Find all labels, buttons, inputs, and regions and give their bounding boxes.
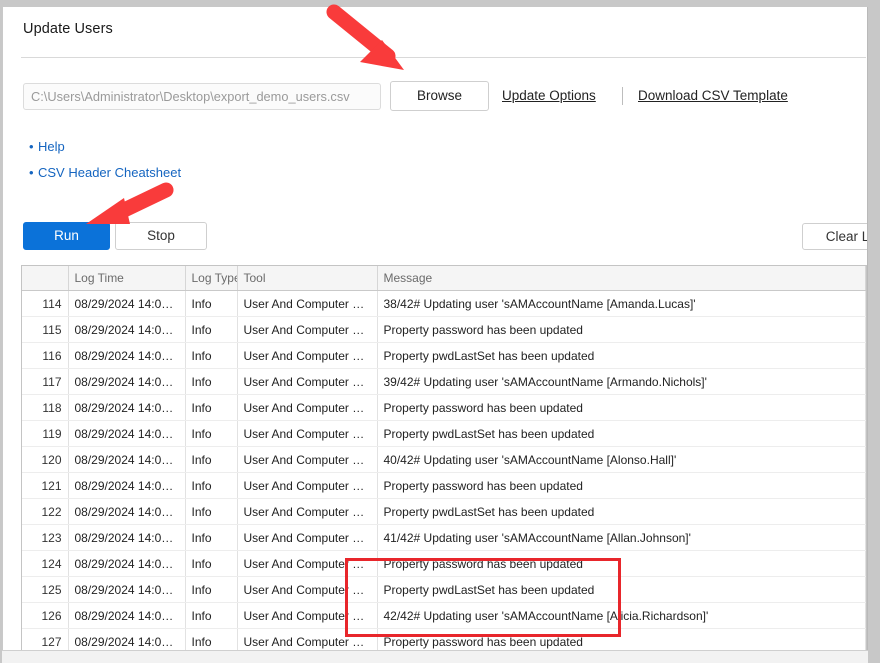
cell-message: 40/42# Updating user 'sAMAccountName [Al… [377, 446, 866, 473]
table-row[interactable]: 115 08/29/2024 14:08:21 Info User And Compu… [22, 316, 866, 343]
cell-message: 39/42# Updating user 'sAMAccountName [Ar… [377, 368, 866, 395]
cell-tool: User And Computer Upda... [237, 498, 378, 525]
window-bottom-strip [2, 650, 868, 663]
cell-message: Property password has been updated [377, 472, 866, 499]
cell-tool: User And Computer Upda... [237, 394, 378, 421]
cell-tool: User And Computer Upda... [237, 524, 378, 551]
screenshot-root: Update Users C:\Users\Administrator\Desk… [0, 0, 880, 663]
cell-index: 116 [22, 342, 69, 369]
cell-message: 38/42# Updating user 'sAMAccountName [Am… [377, 290, 866, 317]
link-separator [622, 87, 623, 105]
csv-header-cheatsheet-link-label[interactable]: CSV Header Cheatsheet [38, 165, 181, 180]
cell-index: 120 [22, 446, 69, 473]
log-table-header: Log Time Log Type Tool Message [22, 266, 866, 291]
cell-message: Property pwdLastSet has been updated [377, 342, 866, 369]
cell-log-time: 08/29/2024 14:08:21 [68, 290, 186, 317]
column-header-message[interactable]: Message [377, 266, 866, 291]
cell-index: 124 [22, 550, 69, 577]
cell-tool: User And Computer Upda... [237, 472, 378, 499]
cell-message: Property pwdLastSet has been updated [377, 498, 866, 525]
cell-index: 114 [22, 290, 69, 317]
cell-message: Property password has been updated [377, 394, 866, 421]
table-row[interactable]: 118 08/29/2024 14:08:22 Info User And Compu… [22, 394, 866, 421]
update-options-link[interactable]: Update Options [502, 88, 596, 103]
cell-log-time: 08/29/2024 14:08:22 [68, 472, 186, 499]
title-divider [21, 57, 866, 58]
column-header-log-type[interactable]: Log Type [185, 266, 238, 291]
column-header-tool[interactable]: Tool [237, 266, 378, 291]
cell-message: Property password has been updated [377, 316, 866, 343]
cell-index: 121 [22, 472, 69, 499]
run-button[interactable]: Run [23, 222, 110, 250]
cell-log-time: 08/29/2024 14:08:22 [68, 602, 186, 629]
cell-log-time: 08/29/2024 14:08:22 [68, 524, 186, 551]
table-row[interactable]: 116 08/29/2024 14:08:21 Info User And Compu… [22, 342, 866, 369]
cell-index: 125 [22, 576, 69, 603]
cell-log-time: 08/29/2024 14:08:22 [68, 394, 186, 421]
cell-log-type: Info [185, 342, 238, 369]
table-row[interactable]: 117 08/29/2024 14:08:21 Info User And Compu… [22, 368, 866, 395]
cell-log-type: Info [185, 290, 238, 317]
cell-log-type: Info [185, 550, 238, 577]
cell-log-type: Info [185, 394, 238, 421]
clear-log-button[interactable]: Clear Log [802, 223, 867, 250]
cell-log-time: 08/29/2024 14:08:22 [68, 576, 186, 603]
download-csv-template-link[interactable]: Download CSV Template [638, 88, 788, 103]
window-top-strip [0, 0, 880, 7]
table-row[interactable]: 119 08/29/2024 14:08:22 Info User And Compu… [22, 420, 866, 447]
cell-tool: User And Computer Upda... [237, 420, 378, 447]
cell-message: Property pwdLastSet has been updated [377, 420, 866, 447]
cell-tool: User And Computer Upda... [237, 290, 378, 317]
table-row[interactable]: 121 08/29/2024 14:08:22 Info User And Compu… [22, 472, 866, 499]
cell-index: 126 [22, 602, 69, 629]
csv-path-input[interactable]: C:\Users\Administrator\Desktop\export_de… [23, 83, 381, 110]
cell-index: 122 [22, 498, 69, 525]
cell-log-type: Info [185, 472, 238, 499]
cell-log-type: Info [185, 524, 238, 551]
cell-log-time: 08/29/2024 14:08:22 [68, 420, 186, 447]
stop-button[interactable]: Stop [115, 222, 207, 250]
bullet-icon: • [29, 139, 34, 154]
highlight-box-summary-rows [345, 558, 621, 637]
cell-log-type: Info [185, 602, 238, 629]
table-row[interactable]: 122 08/29/2024 14:08:22 Info User And Compu… [22, 498, 866, 525]
page-title: Update Users [23, 21, 113, 37]
cell-tool: User And Computer Upda... [237, 446, 378, 473]
cell-log-time: 08/29/2024 14:08:21 [68, 368, 186, 395]
help-link-label[interactable]: Help [38, 139, 65, 154]
cell-tool: User And Computer Upda... [237, 368, 378, 395]
cell-message: 41/42# Updating user 'sAMAccountName [Al… [377, 524, 866, 551]
cell-index: 118 [22, 394, 69, 421]
bullet-icon: • [29, 165, 34, 180]
cell-log-type: Info [185, 316, 238, 343]
table-row[interactable]: 114 08/29/2024 14:08:21 Info User And Compu… [22, 290, 866, 317]
cell-index: 123 [22, 524, 69, 551]
cell-log-type: Info [185, 576, 238, 603]
cell-log-time: 08/29/2024 14:08:22 [68, 446, 186, 473]
csv-header-cheatsheet-link-row[interactable]: • CSV Header Cheatsheet [29, 165, 181, 180]
cell-log-time: 08/29/2024 14:08:21 [68, 342, 186, 369]
cell-index: 117 [22, 368, 69, 395]
cell-log-type: Info [185, 498, 238, 525]
cell-index: 119 [22, 420, 69, 447]
browse-button[interactable]: Browse [390, 81, 489, 111]
column-header-log-time[interactable]: Log Time [68, 266, 186, 291]
cell-log-time: 08/29/2024 14:08:21 [68, 316, 186, 343]
header-row: Log Time Log Type Tool Message [22, 266, 866, 291]
cell-log-type: Info [185, 446, 238, 473]
table-row[interactable]: 120 08/29/2024 14:08:22 Info User And Compu… [22, 446, 866, 473]
cell-index: 115 [22, 316, 69, 343]
help-link-row[interactable]: • Help [29, 139, 65, 154]
cell-log-type: Info [185, 420, 238, 447]
cell-tool: User And Computer Upda... [237, 342, 378, 369]
cell-log-type: Info [185, 368, 238, 395]
cell-log-time: 08/29/2024 14:08:22 [68, 498, 186, 525]
column-header-index[interactable] [22, 266, 69, 291]
table-row[interactable]: 123 08/29/2024 14:08:22 Info User And Compu… [22, 524, 866, 551]
cell-tool: User And Computer Upda... [237, 316, 378, 343]
cell-log-time: 08/29/2024 14:08:22 [68, 550, 186, 577]
